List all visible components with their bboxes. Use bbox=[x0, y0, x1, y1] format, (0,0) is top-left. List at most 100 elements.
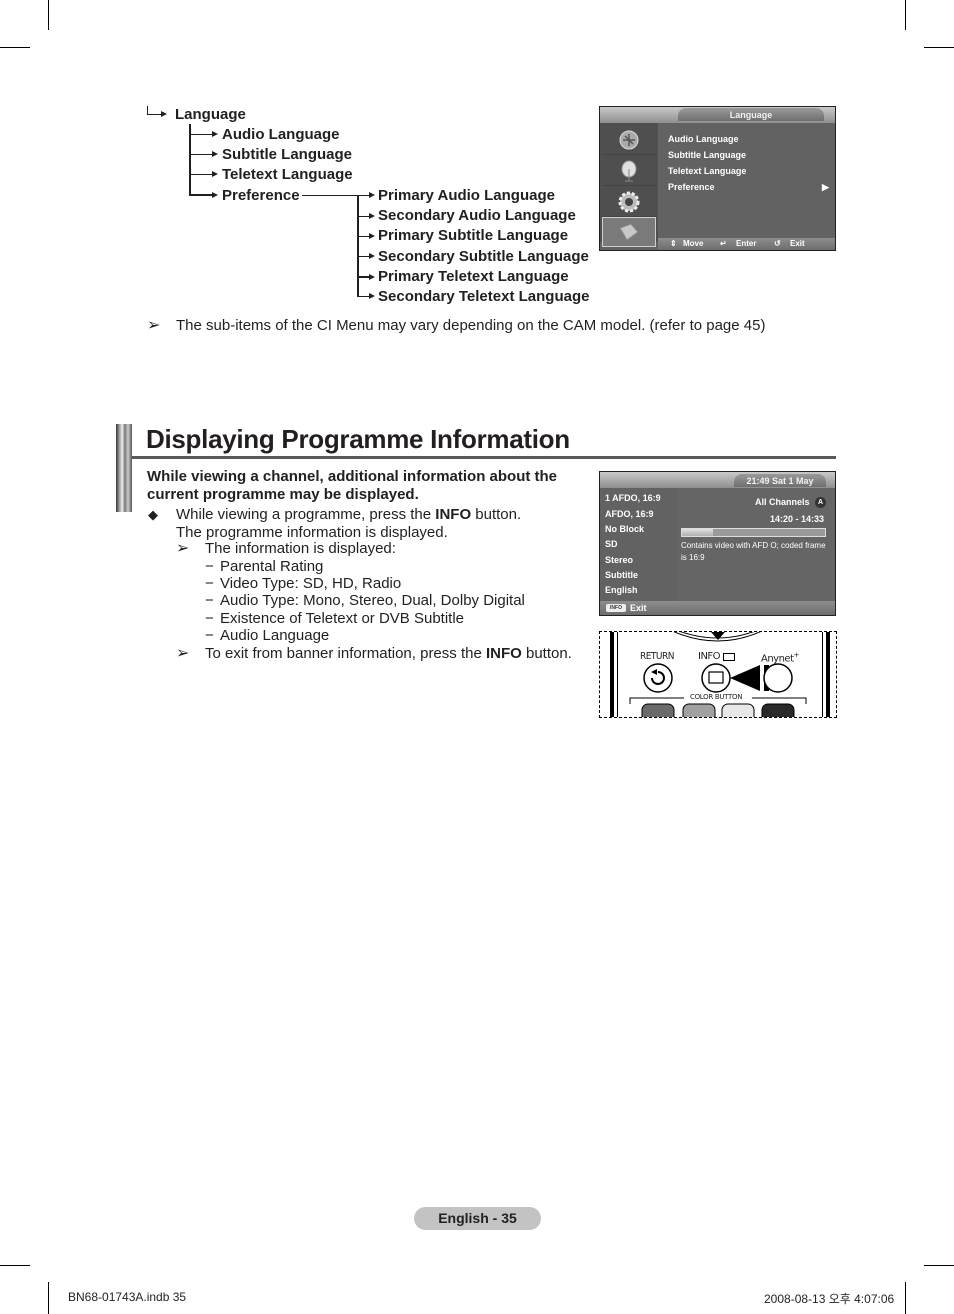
language-osd-screenshot: Language Audio Language Subtitle Languag… bbox=[599, 106, 836, 251]
crop-mark bbox=[0, 1265, 30, 1266]
diamond-bullet-icon: ◆ bbox=[148, 507, 158, 522]
description-line: Contains video with AFD O; coded frame bbox=[681, 541, 826, 550]
arrow-right-icon bbox=[369, 192, 375, 198]
osd-footer-enter: Enter bbox=[736, 239, 757, 248]
tree-subitem: Secondary Teletext Language bbox=[378, 288, 590, 305]
heading-rule bbox=[132, 456, 836, 459]
tree-line bbox=[189, 134, 213, 135]
osd-menu-item: Preference bbox=[668, 182, 715, 192]
osd-menu-item: Audio Language bbox=[668, 134, 739, 144]
info-item: AFDO, 16:9 bbox=[605, 509, 654, 519]
tree-subitem: Secondary Subtitle Language bbox=[378, 248, 589, 265]
info-note: The information is displayed: bbox=[205, 540, 396, 557]
arrow-right-icon bbox=[212, 131, 218, 137]
return-button-label: RETURN bbox=[640, 651, 675, 662]
info-osd-screenshot: 21:49 Sat 1 May 1 AFDO, 16:9 AFDO, 16:9 … bbox=[599, 471, 836, 616]
tree-line bbox=[189, 154, 213, 155]
osd-footer: ⇕ Move ↵ Enter ↺ Exit bbox=[658, 238, 835, 250]
info-item: 1 AFDO, 16:9 bbox=[605, 493, 661, 503]
submenu-arrow-icon: ▶ bbox=[822, 182, 829, 192]
arrow-right-icon bbox=[212, 192, 218, 198]
tree-root: Language bbox=[175, 106, 246, 123]
osd-footer-move: Move bbox=[683, 239, 704, 248]
arrow-right-icon bbox=[212, 171, 218, 177]
tree-line bbox=[189, 174, 213, 175]
intro-line: current programme may be displayed. bbox=[147, 485, 419, 503]
color-button-label: COLOR BUTTON bbox=[688, 693, 745, 701]
step-1: While viewing a programme, press the INF… bbox=[176, 506, 521, 541]
dash: − bbox=[205, 558, 214, 575]
info-key-label: INFO bbox=[485, 645, 522, 662]
screen-icon bbox=[723, 653, 735, 661]
exit-note: To exit from banner information, press t… bbox=[205, 645, 572, 663]
crop-mark bbox=[48, 1282, 49, 1314]
channel-list-label: All Channels bbox=[755, 497, 810, 507]
setup-icon bbox=[602, 187, 656, 217]
crop-mark bbox=[905, 1282, 906, 1314]
crop-mark bbox=[924, 47, 954, 48]
info-item: English bbox=[605, 585, 638, 595]
osd-menu-item: Teletext Language bbox=[668, 166, 747, 176]
time-range: 14:20 - 14:33 bbox=[770, 514, 825, 524]
tree-subitem: Primary Subtitle Language bbox=[378, 227, 569, 244]
tree-item: Subtitle Language bbox=[222, 146, 353, 163]
info-item: Existence of Teletext or DVB Subtitle bbox=[220, 610, 465, 627]
dash: − bbox=[205, 627, 214, 644]
info-button-label: INFO bbox=[698, 651, 721, 662]
osd-sidebar bbox=[600, 123, 658, 247]
dash: − bbox=[205, 575, 214, 592]
osd-title: Language bbox=[678, 108, 824, 121]
page-number: English - 35 bbox=[414, 1207, 541, 1230]
ci-menu-note: The sub-items of the CI Menu may vary de… bbox=[176, 317, 766, 334]
intro-text: While viewing a channel, additional info… bbox=[147, 468, 557, 503]
info-item: SD bbox=[605, 539, 618, 549]
remote-drawing bbox=[610, 632, 830, 717]
crop-mark bbox=[48, 0, 49, 30]
section-title: Displaying Programme Information bbox=[146, 424, 570, 454]
osd-footer-exit: Exit bbox=[630, 603, 647, 613]
tree-subitem: Primary Audio Language bbox=[378, 187, 555, 204]
tree-subitem: Primary Teletext Language bbox=[378, 268, 569, 285]
programme-progress-bar bbox=[681, 528, 826, 537]
arrow-right-icon bbox=[369, 213, 375, 219]
crop-mark bbox=[0, 47, 30, 48]
anynet-sup: + bbox=[793, 651, 800, 659]
info-item: Stereo bbox=[605, 555, 634, 565]
print-file-name: BN68-01743A.indb 35 bbox=[68, 1290, 187, 1304]
osd-footer-exit: Exit bbox=[790, 239, 805, 248]
info-key-icon: INFO bbox=[606, 604, 626, 612]
arrow-right-icon bbox=[161, 111, 167, 117]
info-key-label: INFO bbox=[435, 506, 472, 523]
info-item: Subtitle bbox=[605, 570, 638, 580]
tree-item: Teletext Language bbox=[222, 166, 353, 183]
note-text: button. bbox=[521, 645, 572, 662]
sound-icon bbox=[602, 156, 656, 186]
remote-control-illustration: RETURN INFO Anynet+ COLOR BUTTON bbox=[599, 631, 837, 718]
arrow-right-icon bbox=[369, 293, 375, 299]
note-arrow-icon: ➢ bbox=[147, 317, 161, 334]
note-arrow-icon: ➢ bbox=[176, 540, 190, 557]
programme-description: Contains video with AFD O; coded frame i… bbox=[681, 540, 826, 564]
crop-mark bbox=[905, 0, 906, 30]
step-text: The programme information is displayed. bbox=[176, 523, 448, 541]
info-item: Video Type: SD, HD, Radio bbox=[220, 575, 402, 592]
osd-footer: INFO Exit bbox=[600, 601, 835, 615]
dash: − bbox=[205, 592, 214, 609]
tree-subitem: Secondary Audio Language bbox=[378, 207, 576, 224]
anynet-button-label: Anynet+ bbox=[761, 651, 799, 664]
description-line: is 16:9 bbox=[681, 553, 705, 562]
arrow-right-icon bbox=[369, 233, 375, 239]
step-text: While viewing a programme, press the bbox=[176, 506, 436, 523]
info-item: Audio Language bbox=[220, 627, 330, 644]
progress-fill bbox=[682, 529, 714, 536]
tree-item: Audio Language bbox=[222, 126, 340, 143]
anynet-text: Anynet bbox=[761, 653, 794, 665]
tree-line bbox=[189, 194, 213, 196]
blue-color-button bbox=[761, 703, 795, 717]
return-icon: ↺ bbox=[774, 239, 781, 248]
green-color-button bbox=[682, 703, 716, 717]
info-item: No Block bbox=[605, 524, 645, 534]
step-text: button. bbox=[471, 506, 522, 523]
move-icon: ⇕ bbox=[670, 239, 677, 248]
channel-badge: A bbox=[815, 497, 826, 508]
